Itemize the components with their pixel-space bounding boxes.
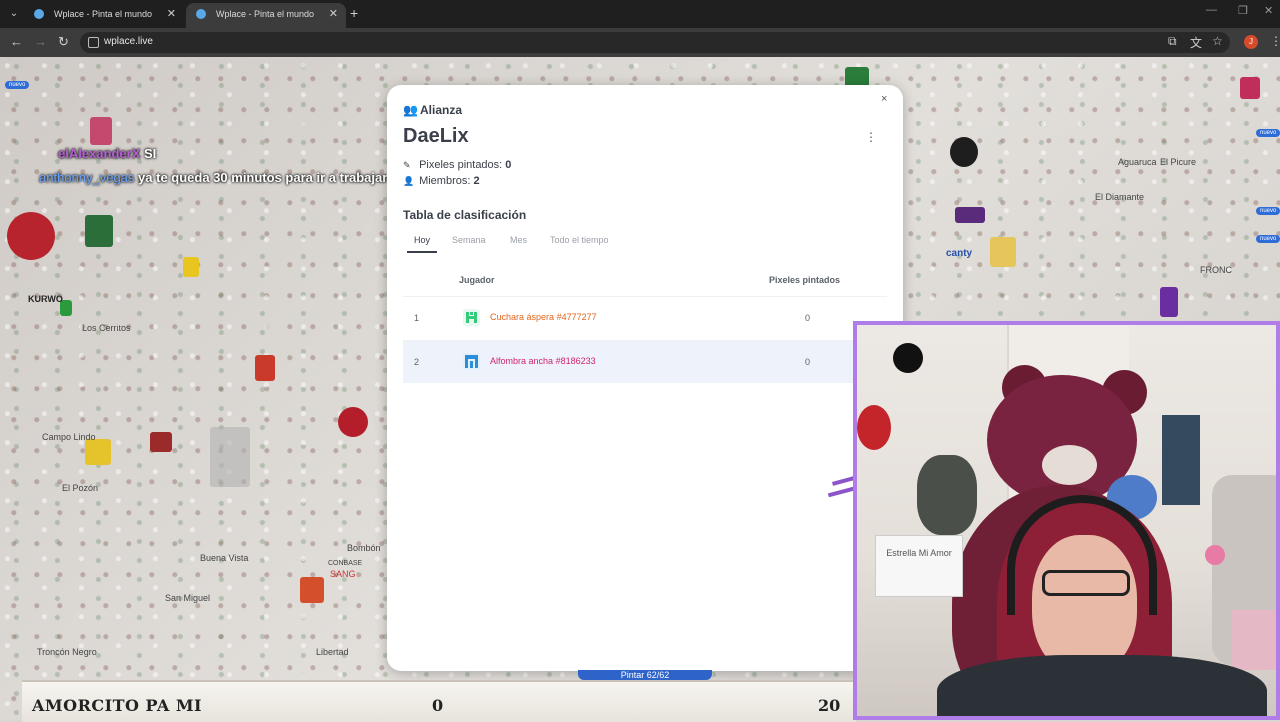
tab-week[interactable]: Semana <box>452 235 486 245</box>
users-group-icon: 👥 <box>403 103 418 117</box>
leaderboard-row[interactable]: 1 Cuchara áspera #4777277 0 <box>403 296 887 339</box>
nuevo-badge[interactable]: nuevo <box>1256 129 1280 137</box>
map-place-label: CONBASE <box>328 560 363 567</box>
map-place-label: San Miguel <box>165 593 211 603</box>
site-info-icon[interactable] <box>88 37 99 48</box>
browser-tab-1[interactable]: Wplace - Pinta el mundo ✕ <box>24 3 184 28</box>
column-pixels: Pixeles pintados <box>769 275 841 285</box>
player-avatar-icon <box>463 309 480 326</box>
browser-tab-2[interactable]: Wplace - Pinta el mundo ✕ <box>186 3 346 28</box>
map-place-label: KURWO <box>28 294 63 304</box>
map-place-label: Buena Vista <box>200 553 249 563</box>
alliance-name: DaeLix <box>403 125 469 147</box>
bookmark-star-icon[interactable]: ☆ <box>1212 34 1223 48</box>
globe-icon <box>196 9 206 19</box>
alliance-section-header: 👥 Alianza <box>403 103 462 117</box>
close-modal-button[interactable]: × <box>881 93 887 105</box>
window-close-icon[interactable]: ✕ <box>1264 4 1273 17</box>
address-bar[interactable]: wplace.live <box>80 32 1230 53</box>
chat-username: elAlexanderX <box>58 146 141 161</box>
tab-all-time[interactable]: Todo el tiempo <box>550 235 609 245</box>
browser-tab-strip: ⌄ Wplace - Pinta el mundo ✕ Wplace - Pin… <box>0 0 1280 28</box>
poster <box>1162 415 1200 505</box>
handwritten-sign: Estrella Mi Amor <box>875 535 963 597</box>
pixels-value: 0 <box>505 159 512 171</box>
row-pixels: 0 <box>805 313 811 323</box>
chat-username: anthonny_vegas <box>39 170 135 185</box>
reload-icon[interactable]: ↻ <box>58 34 69 50</box>
stream-ticker: AMORCITO PA MI 0 20 <box>22 680 856 722</box>
members-value: 2 <box>473 175 480 187</box>
map-place-label: Los Cerritos <box>82 323 131 333</box>
ticker-name: AMORCITO PA MI <box>32 696 203 715</box>
player-name: Alfombra ancha <box>490 356 554 366</box>
chat-line: anthonny_vegas ya te queda 30 minutos pa… <box>39 170 387 185</box>
player-name-link[interactable]: Cuchara áspera #4777277 <box>490 312 597 322</box>
pixels-stat: ✎ Pixeles pintados: 0 <box>403 159 511 171</box>
player-name: Cuchara áspera <box>490 312 555 322</box>
chat-message: ya te queda 30 minutos para ir a trabaja… <box>138 170 388 185</box>
alliance-menu-button[interactable]: ⋮ <box>865 130 877 144</box>
map-place-label: Troncón Negro <box>37 647 97 657</box>
webcam-overlay: Estrella Mi Amor <box>853 321 1280 720</box>
player-name-link[interactable]: Alfombra ancha #8186233 <box>490 356 596 366</box>
new-tab-button[interactable]: + <box>350 5 358 21</box>
tab-search-chevron-icon[interactable]: ⌄ <box>6 6 22 22</box>
translate-icon[interactable]: 文 <box>1190 34 1202 51</box>
back-icon[interactable]: ← <box>10 34 23 49</box>
column-player: Jugador <box>459 275 495 285</box>
map-place-label: canty <box>946 248 973 259</box>
chat-line: elAlexanderX SI <box>58 146 156 161</box>
map-place-label: Aguaruca <box>1118 157 1157 167</box>
map-place-label: El Pozón <box>62 483 99 493</box>
row-pixels: 0 <box>805 357 811 367</box>
tab-today[interactable]: Hoy <box>414 235 430 245</box>
maximize-icon[interactable]: ❐ <box>1238 4 1248 17</box>
ticker-value-a: 0 <box>432 696 444 715</box>
user-icon: 👤 <box>403 176 415 186</box>
pintar-button[interactable]: Pintar 62/62 <box>578 670 712 680</box>
map-place-label: Campo Lindo <box>42 432 96 442</box>
map-place-label: Libertad <box>316 647 349 657</box>
install-app-icon[interactable]: ⧉ <box>1168 34 1177 49</box>
tab-month[interactable]: Mes <box>510 235 527 245</box>
close-tab-icon[interactable]: ✕ <box>329 3 338 25</box>
nuevo-badge[interactable]: nuevo <box>1256 235 1280 243</box>
player-id: #4777277 <box>556 312 597 322</box>
row-rank: 1 <box>414 313 420 323</box>
members-label: Miembros: <box>419 175 471 187</box>
pixels-label: Pixeles pintados: <box>419 159 503 171</box>
map-place-label: FRONC <box>1200 265 1232 275</box>
player-avatar-icon <box>463 353 480 370</box>
members-stat: 👤 Miembros: 2 <box>403 175 480 187</box>
globe-icon <box>34 9 44 19</box>
section-label: Alianza <box>420 103 463 117</box>
brush-icon: ✎ <box>403 160 411 170</box>
profile-avatar[interactable]: J <box>1244 35 1258 49</box>
player-id: #8186233 <box>555 356 596 366</box>
leaderboard-title: Tabla de clasificación <box>403 208 527 222</box>
map-place-label: El Diamante <box>1095 192 1145 202</box>
tab-title: Wplace - Pinta el mundo <box>216 9 315 19</box>
spider-sticker <box>893 343 923 373</box>
active-tab-indicator <box>407 251 437 253</box>
close-tab-icon[interactable]: ✕ <box>167 3 176 25</box>
alliance-modal: × 👥 Alianza DaeLix ⋮ ✎ Pixeles pintados: … <box>387 85 903 671</box>
address-toolbar: ← → ↻ wplace.live ⧉ 文 ☆ ⋮ <box>0 28 1280 57</box>
map-place-label: SANG <box>330 569 356 579</box>
tab-title: Wplace - Pinta el mundo <box>54 9 153 19</box>
map-place-label: El Picure <box>1160 157 1197 167</box>
plush-cat <box>917 455 977 535</box>
leaderboard-row[interactable]: 2 Alfombra ancha #8186233 0 <box>403 340 887 383</box>
map-place-label: Bombón <box>347 543 381 553</box>
nuevo-badge[interactable]: nuevo <box>1256 207 1280 215</box>
minimize-icon[interactable]: — <box>1206 4 1217 16</box>
forward-icon[interactable]: → <box>34 34 47 49</box>
browser-menu-icon[interactable]: ⋮ <box>1270 34 1280 48</box>
ticker-value-b: 20 <box>818 696 841 715</box>
chat-message: SI <box>144 146 157 161</box>
nuevo-badge[interactable]: nuevo <box>5 81 30 89</box>
row-rank: 2 <box>414 357 420 367</box>
url-text: wplace.live <box>104 36 153 47</box>
